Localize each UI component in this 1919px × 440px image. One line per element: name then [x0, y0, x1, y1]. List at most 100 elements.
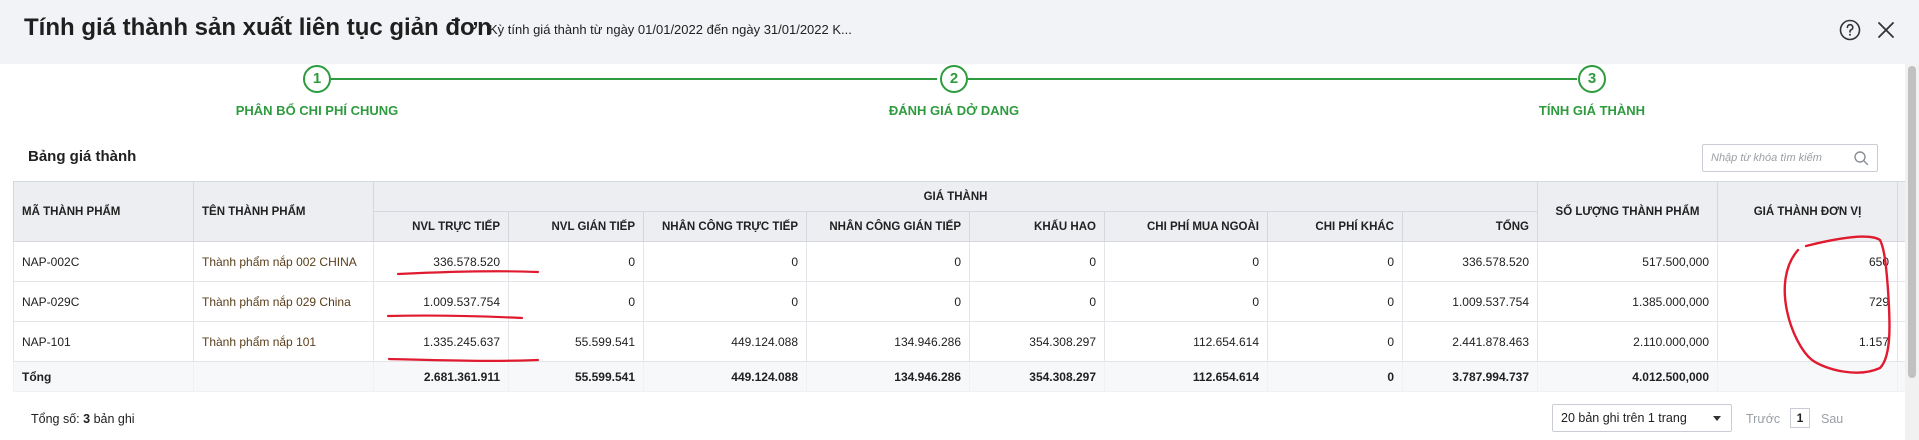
record-count-suffix: bản ghi	[93, 412, 135, 426]
total-quantity: 4.012.500,000	[1537, 361, 1719, 392]
step-3-circle[interactable]: 3	[1578, 65, 1606, 93]
page-number-button[interactable]: 1	[1790, 408, 1810, 428]
cell-indirect-labor: 0	[806, 241, 970, 282]
cell-other-cost: 0	[1267, 241, 1403, 282]
col-quantity[interactable]: SỐ LƯỢNG THÀNH PHẨM	[1537, 181, 1719, 242]
cell-quantity: 1.385.000,000	[1537, 281, 1719, 322]
cost-table: MÃ THÀNH PHẨM TÊN THÀNH PHẨM GIÁ THÀNH S…	[13, 181, 1905, 392]
totals-empty	[193, 361, 374, 392]
period-label: Kỳ tính giá thành từ ngày 01/01/2022 đến…	[489, 22, 852, 37]
step-connector-1	[331, 78, 937, 80]
section-title: Bảng giá thành	[28, 148, 137, 165]
dialog: Tính giá thành sản xuất liên tục giản đơ…	[0, 0, 1919, 440]
scrollbar-thumb[interactable]	[1908, 66, 1916, 378]
record-count-value: 3	[83, 412, 91, 426]
search-input[interactable]	[1711, 150, 1851, 166]
cell-depreciation: 354.308.297	[969, 321, 1105, 362]
cell-direct-material: 336.578.520	[373, 241, 509, 282]
cell-code: NAP-029C	[13, 281, 194, 322]
dialog-title: Tính giá thành sản xuất liên tục giản đơ…	[24, 14, 492, 41]
cell-indirect-labor: 134.946.286	[806, 321, 970, 362]
cell-code: NAP-002C	[13, 241, 194, 282]
cell-total: 2.441.878.463	[1401, 321, 1539, 362]
cell-name: Thành phẩm nắp 002 CHINA	[193, 241, 374, 282]
total-outsourced-cost: 112.654.614	[1104, 361, 1268, 392]
dialog-header: Tính giá thành sản xuất liên tục giản đơ…	[0, 0, 1919, 64]
totals-row: Tổng 2.681.361.911 55.599.541 449.124.08…	[13, 361, 1905, 392]
cell-indirect-material: 0	[508, 241, 644, 282]
total-depreciation: 354.308.297	[969, 361, 1105, 392]
cell-name: Thành phẩm nắp 029 China	[193, 281, 374, 322]
cell-indirect-material: 0	[508, 281, 644, 322]
cost-table-wrapper[interactable]: MÃ THÀNH PHẨM TÊN THÀNH PHẨM GIÁ THÀNH S…	[13, 181, 1905, 393]
cell-indirect-labor: 0	[806, 281, 970, 322]
next-page-button[interactable]: Sau	[1821, 412, 1843, 426]
cell-direct-material: 1.335.245.637	[373, 321, 509, 362]
step-3-label[interactable]: TÍNH GIÁ THÀNH	[1442, 103, 1742, 118]
col-unit-cost[interactable]: GIÁ THÀNH ĐƠN VỊ	[1717, 181, 1899, 242]
record-count-prefix: Tổng số:	[31, 412, 80, 426]
cell-direct-labor: 449.124.088	[643, 321, 807, 362]
search-icon[interactable]	[1853, 150, 1869, 171]
close-icon[interactable]	[1874, 18, 1898, 42]
vertical-scrollbar[interactable]	[1905, 64, 1919, 440]
col-indirect-labor[interactable]: NHÂN CÔNG GIÁN TIẾP	[806, 211, 970, 242]
record-count: Tổng số: 3 bản ghi	[31, 412, 135, 426]
cell-direct-labor: 0	[643, 281, 807, 322]
col-other-cost[interactable]: CHI PHÍ KHÁC	[1267, 211, 1403, 242]
totals-label: Tổng	[13, 361, 194, 392]
col-total[interactable]: TỔNG	[1401, 211, 1539, 242]
cell-next: KC	[1897, 281, 1905, 322]
step-1-circle[interactable]: 1	[303, 65, 331, 93]
prev-page-button[interactable]: Trước	[1746, 412, 1780, 426]
cell-other-cost: 0	[1267, 321, 1403, 362]
cell-direct-material: 1.009.537.754	[373, 281, 509, 322]
cell-quantity: 2.110.000,000	[1537, 321, 1719, 362]
chevron-down-icon	[1713, 416, 1721, 421]
total-grand: 3.787.994.737	[1401, 361, 1539, 392]
col-outsourced-cost[interactable]: CHI PHÍ MUA NGOÀI	[1104, 211, 1268, 242]
cell-next: KC	[1897, 241, 1905, 282]
cell-total: 1.009.537.754	[1401, 281, 1539, 322]
help-icon[interactable]	[1838, 18, 1862, 42]
col-depreciation[interactable]: KHẤU HAO	[969, 211, 1105, 242]
cell-unit-cost: 650	[1717, 241, 1899, 282]
total-indirect-labor: 134.946.286	[806, 361, 970, 392]
cell-outsourced-cost: 112.654.614	[1104, 321, 1268, 362]
table-row[interactable]: NAP-029C Thành phẩm nắp 029 China 1.009.…	[13, 281, 1905, 322]
cell-depreciation: 0	[969, 281, 1105, 322]
page-size-select[interactable]: 20 bản ghi trên 1 trang	[1552, 404, 1732, 432]
col-direct-labor[interactable]: NHÂN CÔNG TRỰC TIẾP	[643, 211, 807, 242]
cell-other-cost: 0	[1267, 281, 1403, 322]
cell-direct-labor: 0	[643, 241, 807, 282]
cell-unit-cost: 1.157	[1717, 321, 1899, 362]
total-direct-material: 2.681.361.911	[373, 361, 509, 392]
total-indirect-material: 55.599.541	[508, 361, 644, 392]
total-next-empty	[1897, 361, 1905, 392]
table-row[interactable]: NAP-101 Thành phẩm nắp 101 1.335.245.637…	[13, 321, 1905, 362]
table-row[interactable]: NAP-002C Thành phẩm nắp 002 CHINA 336.57…	[13, 241, 1905, 282]
cell-outsourced-cost: 0	[1104, 281, 1268, 322]
total-direct-labor: 449.124.088	[643, 361, 807, 392]
step-1-label[interactable]: PHÂN BỔ CHI PHÍ CHUNG	[167, 103, 467, 118]
cell-indirect-material: 55.599.541	[508, 321, 644, 362]
col-product-code[interactable]: MÃ THÀNH PHẨM	[13, 181, 194, 242]
page-size-value: 20 bản ghi trên 1 trang	[1561, 411, 1687, 425]
total-other-cost: 0	[1267, 361, 1403, 392]
col-product-name[interactable]: TÊN THÀNH PHẨM	[193, 181, 374, 242]
search-box[interactable]	[1702, 144, 1878, 172]
step-2-circle[interactable]: 2	[940, 65, 968, 93]
col-indirect-material[interactable]: NVL GIÁN TIẾP	[508, 211, 644, 242]
col-direct-material[interactable]: NVL TRỰC TIẾP	[373, 211, 509, 242]
cell-depreciation: 0	[969, 241, 1105, 282]
step-2-label[interactable]: ĐÁNH GIÁ DỞ DANG	[804, 103, 1104, 118]
cell-code: NAP-101	[13, 321, 194, 362]
cell-quantity: 517.500,000	[1537, 241, 1719, 282]
cell-unit-cost: 729	[1717, 281, 1899, 322]
cell-name: Thành phẩm nắp 101	[193, 321, 374, 362]
total-unit-empty	[1717, 361, 1899, 392]
cell-next: KC	[1897, 321, 1905, 362]
cell-total: 336.578.520	[1401, 241, 1539, 282]
cell-outsourced-cost: 0	[1104, 241, 1268, 282]
col-next[interactable]: M	[1897, 181, 1905, 242]
